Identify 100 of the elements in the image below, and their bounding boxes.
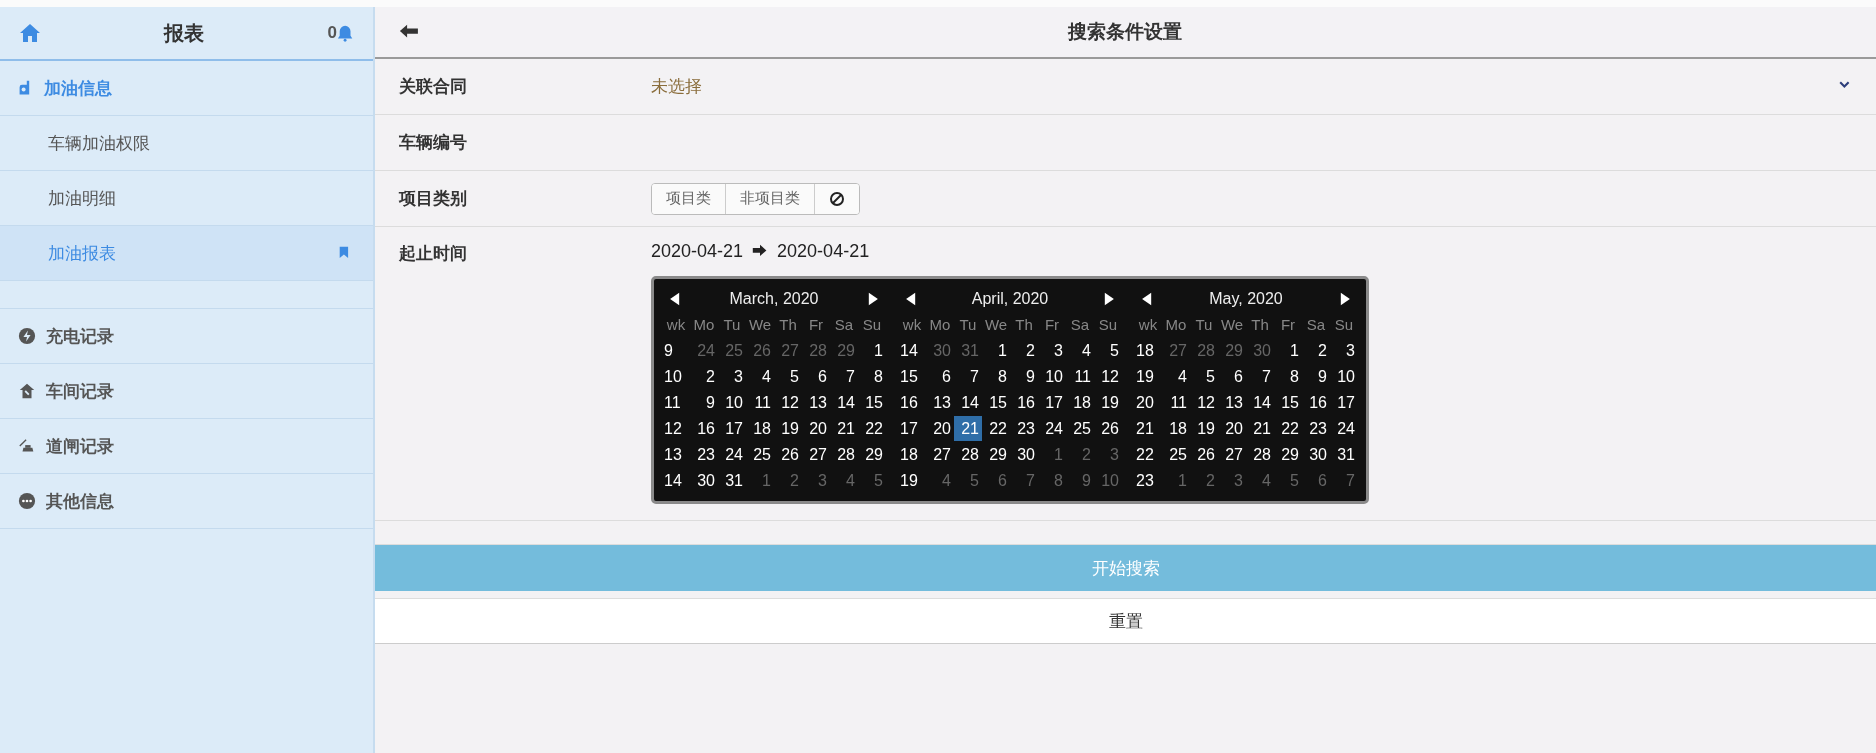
calendar-day[interactable]: 12 [1094,364,1122,389]
calendar-day[interactable]: 22 [982,416,1010,441]
calendar-day[interactable]: 6 [926,364,954,389]
calendar-day[interactable]: 29 [1274,442,1302,467]
calendar-day[interactable]: 13 [926,390,954,415]
calendar-day[interactable]: 25 [746,442,774,467]
calendar-day[interactable]: 28 [954,442,982,467]
sidebar-item[interactable]: 车辆加油权限 [0,116,373,171]
calendar-day[interactable]: 18 [746,416,774,441]
calendar-day[interactable]: 22 [858,416,886,441]
calendar-day[interactable]: 26 [774,442,802,467]
calendar-day[interactable]: 9 [1010,364,1038,389]
calendar-day[interactable]: 12 [1190,390,1218,415]
start-date[interactable]: 2020-04-21 [651,241,744,262]
option-button[interactable]: 项目类 [652,183,726,214]
calendar-day[interactable]: 1 [1274,338,1302,363]
calendar-day[interactable]: 9 [690,390,718,415]
calendar-day[interactable]: 2 [1302,338,1330,363]
sidebar-group[interactable]: 道闸记录 [0,419,373,474]
contract-select[interactable]: 未选择 [651,75,1836,98]
prev-month-icon[interactable] [668,292,682,306]
calendar-day[interactable]: 16 [1302,390,1330,415]
calendar-day[interactable]: 27 [802,442,830,467]
calendar-day[interactable]: 9 [1302,364,1330,389]
calendar-day[interactable]: 29 [982,442,1010,467]
calendar-day[interactable]: 25 [1162,442,1190,467]
calendar-day[interactable]: 30 [1010,442,1038,467]
sidebar-group[interactable]: 车间记录 [0,364,373,419]
next-month-icon[interactable] [866,292,880,306]
calendar-day[interactable]: 17 [1038,390,1066,415]
calendar-day[interactable]: 11 [746,390,774,415]
next-month-icon[interactable] [1102,292,1116,306]
calendar-day[interactable]: 6 [802,364,830,389]
calendar-day[interactable]: 23 [690,442,718,467]
calendar-day[interactable]: 22 [1274,416,1302,441]
calendar-day[interactable]: 1 [982,338,1010,363]
prev-month-icon[interactable] [1140,292,1154,306]
calendar-day[interactable]: 31 [718,468,746,493]
calendar-day[interactable]: 7 [954,364,982,389]
calendar-day[interactable]: 14 [954,390,982,415]
calendar-day[interactable]: 31 [1330,442,1358,467]
calendar-day[interactable]: 8 [858,364,886,389]
calendar-day[interactable]: 30 [1302,442,1330,467]
calendar-day[interactable]: 14 [1246,390,1274,415]
calendar-day[interactable]: 13 [802,390,830,415]
calendar-day[interactable]: 26 [1190,442,1218,467]
calendar-day[interactable]: 10 [1038,364,1066,389]
calendar-day[interactable]: 18 [1066,390,1094,415]
calendar-day[interactable]: 26 [1094,416,1122,441]
calendar-day[interactable]: 5 [1094,338,1122,363]
calendar-day[interactable]: 11 [1066,364,1094,389]
calendar-day[interactable]: 24 [1330,416,1358,441]
calendar-day[interactable]: 6 [1218,364,1246,389]
calendar-day[interactable]: 5 [1190,364,1218,389]
sidebar-group[interactable]: 其他信息 [0,474,373,529]
home-icon[interactable] [18,23,40,43]
calendar-day[interactable]: 21 [1246,416,1274,441]
calendar-day[interactable]: 2 [1010,338,1038,363]
calendar-day[interactable]: 29 [858,442,886,467]
calendar-day[interactable]: 24 [718,442,746,467]
end-date[interactable]: 2020-04-21 [777,241,870,262]
calendar-day[interactable]: 3 [1038,338,1066,363]
calendar-day[interactable]: 17 [718,416,746,441]
calendar-day[interactable]: 19 [1094,390,1122,415]
calendar-day[interactable]: 23 [1302,416,1330,441]
calendar-day[interactable]: 28 [830,442,858,467]
calendar-day[interactable]: 30 [690,468,718,493]
calendar-day[interactable]: 3 [1330,338,1358,363]
calendar-day[interactable]: 5 [774,364,802,389]
calendar-day[interactable]: 11 [1162,390,1190,415]
calendar-day[interactable]: 17 [1330,390,1358,415]
calendar-day[interactable]: 3 [718,364,746,389]
calendar-day[interactable]: 16 [1010,390,1038,415]
calendar-day[interactable]: 7 [830,364,858,389]
calendar-day[interactable]: 15 [982,390,1010,415]
next-month-icon[interactable] [1338,292,1352,306]
calendar-day[interactable]: 4 [1162,364,1190,389]
calendar-day[interactable]: 21 [954,416,982,441]
reset-button[interactable]: 重置 [375,598,1876,644]
calendar-day[interactable]: 21 [830,416,858,441]
calendar-day[interactable]: 23 [1010,416,1038,441]
calendar-day[interactable]: 19 [1190,416,1218,441]
calendar-day[interactable]: 13 [1218,390,1246,415]
calendar-day[interactable]: 20 [1218,416,1246,441]
calendar-day[interactable]: 24 [1038,416,1066,441]
calendar-day[interactable]: 4 [746,364,774,389]
calendar-day[interactable]: 16 [690,416,718,441]
calendar-day[interactable]: 19 [774,416,802,441]
prev-month-icon[interactable] [904,292,918,306]
bell-icon[interactable] [337,23,355,43]
calendar-day[interactable]: 10 [1330,364,1358,389]
calendar-day[interactable]: 10 [718,390,746,415]
calendar-day[interactable]: 4 [1066,338,1094,363]
calendar-day[interactable]: 1 [858,338,886,363]
calendar-day[interactable]: 8 [1274,364,1302,389]
calendar-day[interactable]: 25 [1066,416,1094,441]
calendar-day[interactable]: 15 [858,390,886,415]
calendar-day[interactable]: 12 [774,390,802,415]
calendar-day[interactable]: 2 [690,364,718,389]
calendar-day[interactable]: 7 [1246,364,1274,389]
